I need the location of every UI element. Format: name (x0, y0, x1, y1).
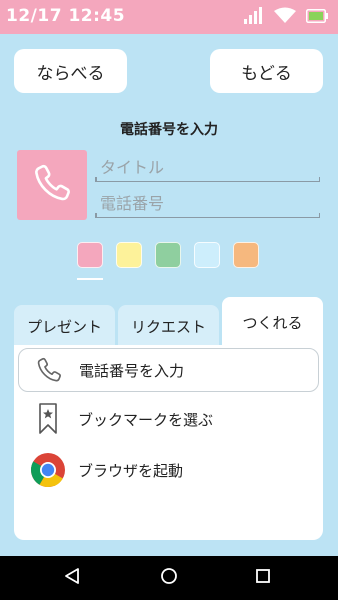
chrome-icon (24, 450, 72, 490)
tab-create[interactable]: つくれる (222, 297, 323, 347)
menu-item-label: 電話番号を入力 (79, 361, 185, 380)
home-circle-icon (160, 567, 178, 589)
nav-back-button[interactable] (57, 563, 87, 593)
nav-recent-button[interactable] (248, 563, 278, 593)
title-input[interactable] (100, 154, 315, 180)
phone-icon (31, 162, 73, 208)
bookmark-icon (24, 399, 72, 439)
nav-home-button[interactable] (154, 563, 184, 593)
section-title: 電話番号を入力 (120, 122, 218, 138)
color-swatches (77, 242, 259, 268)
selected-swatch-indicator (77, 278, 103, 280)
menu-item-launch-browser[interactable]: ブラウザを起動 (18, 448, 319, 492)
phone-input[interactable] (100, 190, 315, 216)
menu-item-enter-phone[interactable]: 電話番号を入力 (18, 348, 319, 392)
phone-field (95, 188, 320, 218)
menu-item-label: ブックマークを選ぶ (78, 410, 214, 429)
swatch-light-blue[interactable] (194, 242, 220, 268)
swatch-orange[interactable] (233, 242, 259, 268)
status-bar: 12/17 12:45 (0, 0, 338, 34)
back-button[interactable]: もどる (210, 49, 323, 93)
tab-request[interactable]: リクエスト (118, 305, 219, 347)
status-time: 12/17 12:45 (6, 6, 126, 26)
menu-item-label: ブラウザを起動 (78, 461, 184, 480)
recent-square-icon (255, 568, 271, 588)
menu-item-choose-bookmark[interactable]: ブックマークを選ぶ (18, 397, 319, 441)
swatch-pink[interactable] (77, 242, 103, 268)
status-icons (244, 6, 328, 28)
signal-icon (244, 6, 264, 28)
sort-button[interactable]: ならべる (14, 49, 127, 93)
battery-icon (306, 8, 328, 27)
tab-panel: 電話番号を入力 ブックマークを選ぶ ブラウザを起動 (14, 345, 323, 540)
swatch-green[interactable] (155, 242, 181, 268)
wifi-icon (274, 7, 296, 28)
swatch-yellow[interactable] (116, 242, 142, 268)
system-nav-bar (0, 556, 338, 600)
title-field (95, 152, 320, 182)
tab-bar: プレゼント リクエスト つくれる (14, 297, 323, 347)
item-icon-tile[interactable] (17, 150, 87, 220)
tab-present[interactable]: プレゼント (14, 305, 115, 347)
phone-icon (25, 350, 73, 390)
back-triangle-icon (63, 567, 81, 589)
